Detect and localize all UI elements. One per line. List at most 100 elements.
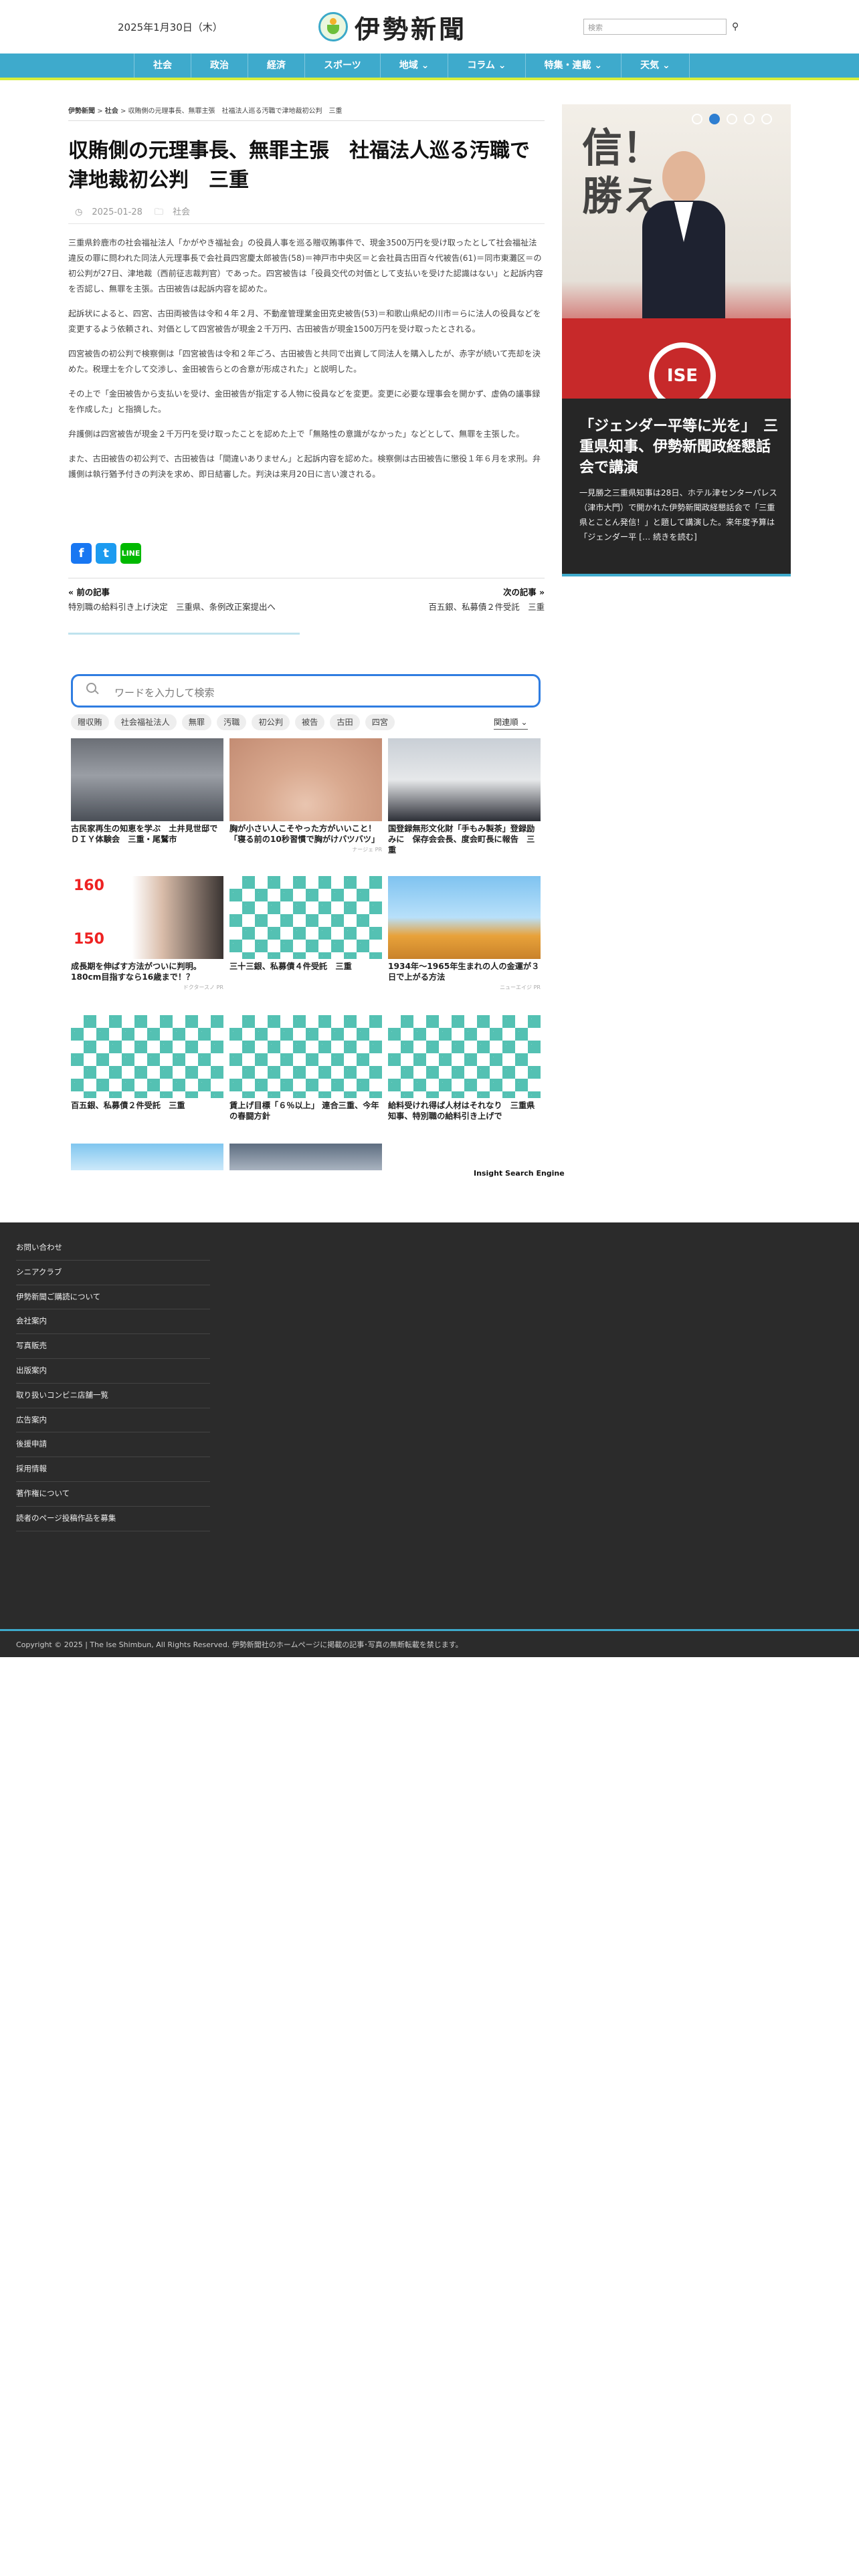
keyword-tag[interactable]: 四宮 (365, 714, 395, 730)
card-sponsor: ナージェ PR (352, 847, 382, 853)
footer-copyright-bar: Copyright © 2025 | The Ise Shimbun, All … (0, 1629, 859, 1657)
related-card[interactable]: 胸が小さい人こそやった方がいいこと！「寝る前の10秒習慣で胸がけバツバツ」 ナー… (229, 738, 382, 853)
nav-item-weather[interactable]: 天気 ⌄ (622, 53, 690, 78)
featured-headline[interactable]: 「ジェンダー平等に光を」 三重県知事、伊勢新聞政経懇話会で講演 (579, 416, 780, 478)
nav-item-features[interactable]: 特集・連載 ⌄ (526, 53, 622, 78)
footer-link[interactable]: 会社案内 (16, 1309, 210, 1335)
prev-title[interactable]: 特別職の給料引き上げ決定 三重県、条例改正案提出へ (68, 602, 276, 612)
article-paragraph: 三重県鈴鹿市の社会福祉法人「かがやき福祉会」の役員人事を巡る贈収賄事件で、現金3… (68, 238, 543, 294)
card-caption: 古民家再生の知恵を学ぶ 土井見世邸でＤＩＹ体験会 三重・尾鷲市 (71, 824, 218, 844)
card-sponsor: ニューエイジ PR (500, 984, 541, 990)
article-meta: ◷ 2025-01-28 🗀 社会 (75, 205, 199, 221)
related-card[interactable]: 160 150 成長期を伸ばす方法がついに判明。180cm目指すなら16歳まで！… (71, 876, 223, 991)
related-card[interactable] (229, 1144, 382, 1170)
footer-link[interactable]: 写真販売 (16, 1334, 210, 1359)
related-card[interactable]: 三十三銀、私募債４件受託 三重 (229, 876, 382, 972)
prev-article-link[interactable]: « 前の記事 特別職の給料引き上げ決定 三重県、条例改正案提出へ (68, 586, 309, 613)
breadcrumb-home[interactable]: 伊勢新聞 (68, 108, 95, 115)
insight-search-input[interactable]: ワードを入力して検索 (71, 674, 541, 708)
keyword-tag[interactable]: 無罪 (181, 714, 212, 730)
card-image (71, 1015, 223, 1098)
card-image: 160 150 (71, 876, 223, 959)
featured-article-panel[interactable]: 「ジェンダー平等に光を」 三重県知事、伊勢新聞政経懇話会で講演 一見勝之三重県知… (562, 399, 791, 576)
header-search-input[interactable]: 検索 (583, 19, 727, 35)
footer-link[interactable]: 取り扱いコンビニ店舗一覧 (16, 1384, 210, 1408)
breadcrumb-category[interactable]: 社会 (105, 108, 118, 115)
next-article-link[interactable]: 次の記事 » 百五銀、私募債２件受託 三重 (302, 586, 545, 613)
breadcrumb-separator: > (97, 108, 103, 115)
divider (68, 633, 300, 635)
card-image (388, 738, 541, 821)
keyword-tags: 贈収賄 社会福祉法人 無罪 汚職 初公判 被告 古田 四宮 (71, 714, 395, 730)
related-card[interactable]: 給料受けれ得ば人材はそれなり 三重県知事、特別職の給料引き上げで (388, 1015, 541, 1121)
nav-item-sports[interactable]: スポーツ (305, 53, 381, 78)
nav-item-society[interactable]: 社会 (134, 53, 191, 78)
footer-link[interactable]: シニアクラブ (16, 1261, 210, 1285)
twitter-share-button[interactable]: t (96, 543, 116, 564)
footer-link[interactable]: 出版案内 (16, 1359, 210, 1384)
height-label: 160 (74, 877, 104, 894)
card-caption: 給料受けれ得ば人材はそれなり 三重県知事、特別職の給料引き上げで (388, 1101, 535, 1121)
article-paragraph: 弁護側は四宮被告が現金２千万円を受け取ったことを認めた上で「無賂性の意識がなかっ… (68, 429, 524, 439)
card-image (388, 876, 541, 959)
header-date: 2025年1月30日（木） (118, 21, 223, 33)
clock-icon: ◷ (75, 207, 83, 217)
nav-item-economy[interactable]: 経済 (248, 53, 305, 78)
prev-label: « 前の記事 (68, 587, 110, 597)
next-title[interactable]: 百五銀、私募債２件受託 三重 (429, 602, 545, 612)
search-icon[interactable]: ⚲ (732, 21, 739, 32)
related-card[interactable] (71, 1144, 223, 1170)
slider-dots (692, 114, 772, 124)
nav-item-column[interactable]: コラム ⌄ (448, 53, 526, 78)
search-icon (86, 683, 100, 696)
keyword-tag[interactable]: 社会福祉法人 (114, 714, 177, 730)
keyword-tag[interactable]: 贈収賄 (71, 714, 109, 730)
slider-dot[interactable] (692, 114, 702, 124)
featured-slider-image[interactable]: 信！ 勝え ISE (562, 104, 791, 399)
article-paragraph: その上で「金田被告から支払いを受け、金田被告が指定する人物に役員などを変更。変更… (68, 389, 541, 414)
main-nav: 社会 政治 経済 スポーツ 地域 ⌄ コラム ⌄ 特集・連載 ⌄ 天気 ⌄ (0, 53, 859, 80)
footer-link[interactable]: お問い合わせ (16, 1236, 210, 1261)
divider (68, 223, 545, 224)
folder-icon: 🗀 (155, 207, 164, 217)
sort-dropdown[interactable]: 関連順 ⌄ (494, 716, 528, 730)
nav-item-politics[interactable]: 政治 (191, 53, 248, 78)
slider-dot[interactable] (727, 114, 737, 124)
card-image (229, 1144, 382, 1170)
nav-item-region[interactable]: 地域 ⌄ (381, 53, 449, 78)
article-category-link[interactable]: 社会 (173, 207, 190, 217)
footer-link[interactable]: 著作権について (16, 1482, 210, 1507)
line-share-button[interactable]: LINE (120, 543, 141, 564)
keyword-tag[interactable]: 初公判 (252, 714, 290, 730)
card-caption: 成長期を伸ばす方法がついに判明。180cm目指すなら16歳まで！？ (71, 962, 201, 982)
card-image (229, 1015, 382, 1098)
insight-brand[interactable]: Insight Search Engine (474, 1169, 565, 1178)
related-card[interactable]: 百五銀、私募債２件受託 三重 (71, 1015, 223, 1111)
facebook-share-button[interactable]: f (71, 543, 92, 564)
related-card[interactable]: 古民家再生の知恵を学ぶ 土井見世邸でＤＩＹ体験会 三重・尾鷲市 (71, 738, 223, 845)
breadcrumb-current: 収賄側の元理事長、無罪主張 社福法人巡る汚職で津地裁初公判 三重 (128, 108, 343, 115)
related-card[interactable]: 1934年〜1965年生まれの人の金運が３日で上がる方法 ニューエイジ PR (388, 876, 541, 991)
article-title: 収賄側の元理事長、無罪主張 社福法人巡る汚職で津地裁初公判 三重 (68, 139, 530, 192)
card-image (229, 738, 382, 821)
slider-dot[interactable] (709, 114, 720, 124)
footer-link[interactable]: 後援申請 (16, 1432, 210, 1458)
keyword-tag[interactable]: 汚職 (217, 714, 247, 730)
site-logo[interactable]: 伊勢新聞 (318, 9, 467, 44)
breadcrumb: 伊勢新聞 > 社会 > 収賄側の元理事長、無罪主張 社福法人巡る汚職で津地裁初公… (68, 105, 343, 115)
related-card[interactable]: 賃上げ目標「６％以上」 連合三重、今年の春闘方針 (229, 1015, 382, 1121)
slider-dot[interactable] (761, 114, 772, 124)
footer-link[interactable]: 伊勢新聞ご購読について (16, 1285, 210, 1310)
keyword-tag[interactable]: 被告 (295, 714, 325, 730)
copyright-text: Copyright © 2025 | The Ise Shimbun, All … (16, 1640, 463, 1649)
article-paragraph: また、古田被告の初公判で、古田被告は「間違いありません」と起訴内容を認めた。検察… (68, 454, 541, 479)
speaker-photo (642, 151, 725, 328)
related-card[interactable]: 国登録無形文化財「手もみ製茶」登録励みに 保存会会長、度会町長に報告 三重 (388, 738, 541, 855)
footer-link[interactable]: 読者のページ投稿作品を募集 (16, 1507, 210, 1531)
logo-emblem-icon (318, 12, 348, 41)
slider-dot[interactable] (744, 114, 755, 124)
keyword-tag[interactable]: 古田 (330, 714, 360, 730)
article-date: 2025-01-28 (92, 207, 142, 217)
footer-link[interactable]: 採用情報 (16, 1457, 210, 1482)
footer-link[interactable]: 広告案内 (16, 1408, 210, 1433)
